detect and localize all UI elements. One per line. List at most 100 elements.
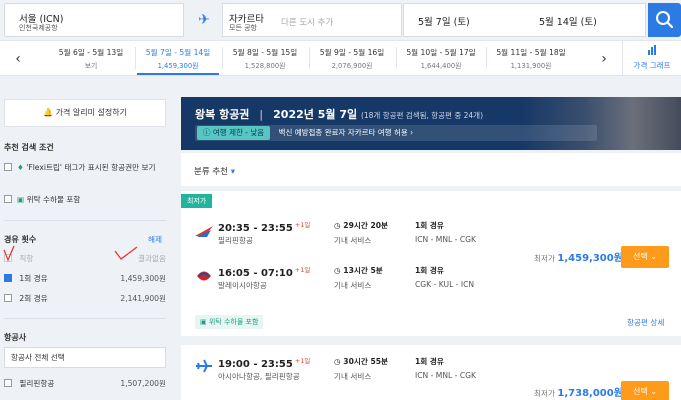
- date-price: 1,644,400원: [420, 62, 462, 70]
- chevron-left-icon[interactable]: ‹: [6, 49, 30, 69]
- flight-duration: ◷ 29시간 20분: [334, 221, 389, 230]
- sort-label: 분류 추천: [194, 167, 228, 177]
- stops-count: 1회 경유: [415, 221, 444, 230]
- city-image: [521, 97, 681, 150]
- airline-title: 항공사: [4, 333, 27, 342]
- checkbox[interactable]: [4, 195, 12, 203]
- route: ICN - MNL - CGK: [415, 371, 476, 380]
- chevron-down-icon: ⌄: [650, 387, 657, 396]
- checked-bag-label: 위탁 수하물 포함: [26, 195, 81, 204]
- stop-label: 직항: [19, 254, 34, 263]
- price-alert-label: 가격 알리미 설정하기: [55, 108, 127, 117]
- inflight-service[interactable]: 기내 서비스: [334, 280, 371, 291]
- cheapest-tag: 최저가: [181, 194, 213, 208]
- date-cell[interactable]: 5월 10일 - 5월 17일 1,644,400원: [400, 41, 482, 75]
- stops-count: 1회 경유: [415, 266, 444, 275]
- stops-two[interactable]: 2회 경유 2,141,900원: [4, 293, 166, 304]
- search-button[interactable]: [648, 3, 681, 37]
- date-range: 5월 6일 - 5월 13일: [58, 48, 124, 57]
- recommended-title: 추천 검색 조건: [4, 143, 54, 152]
- date-price: 1,459,300원: [157, 62, 199, 70]
- travel-badge: ⓘ 여행 제한 - 낮음: [197, 126, 271, 140]
- add-city-input[interactable]: 다른 도시 추가: [281, 16, 333, 28]
- airline-label: 필리핀항공: [19, 379, 55, 388]
- return-date[interactable]: 5월 14일 (토): [539, 14, 597, 28]
- red-check-mark: [3, 245, 15, 262]
- checkbox[interactable]: [4, 379, 12, 387]
- date-range: 5월 9일 - 5월 16일: [319, 48, 385, 57]
- date-strip: ‹ 5월 6일 - 5월 13일 보기 5월 7일 - 5월 14일 1,459…: [0, 40, 681, 76]
- luggage-badge: ▣ 위탁 수하물 포함: [195, 315, 264, 329]
- stop-price: 1,459,300원: [120, 274, 166, 283]
- inflight-service[interactable]: 기내 서비스: [334, 371, 371, 382]
- date-cell[interactable]: 5월 6일 - 5월 13일 보기: [50, 41, 132, 75]
- date-cell-selected[interactable]: 5월 7일 - 5월 14일 1,459,300원: [137, 41, 219, 75]
- select-button[interactable]: 선택 ⌄: [621, 246, 669, 268]
- luggage-icon: ▣: [17, 195, 25, 204]
- date-cell[interactable]: 5월 9일 - 5월 16일 2,076,900원: [311, 41, 393, 75]
- price-graph-button[interactable]: 가격 그래프: [622, 41, 681, 75]
- date-range: 5월 7일 - 5월 14일: [145, 48, 211, 57]
- bar-chart-icon: [623, 45, 681, 58]
- results-summary: (18개 항공편 검색됨, 항공편 중 24개): [360, 111, 483, 120]
- flexi-icon: ♦: [17, 163, 24, 172]
- stop-label: 2회 경유: [19, 294, 48, 303]
- date-field[interactable]: 5월 7일 (토) 5월 14일 (토): [403, 3, 646, 37]
- date-price: 보기: [84, 62, 98, 70]
- stops-count: 1회 경유: [415, 357, 444, 366]
- stops-direct: 직항 결과없음: [4, 253, 166, 264]
- chevron-right-icon[interactable]: ›: [592, 49, 616, 69]
- sort-dropdown[interactable]: 분류 추천 ▾: [194, 165, 235, 177]
- search-icon: [656, 11, 674, 29]
- flight-time: 20:35 - 23:55 +1일: [218, 221, 311, 234]
- destination-field[interactable]: 자카르타 모든 공항 다른 도시 추가: [222, 3, 402, 37]
- route: CGK - KUL - ICN: [415, 280, 475, 289]
- price-alert-button[interactable]: 🔔 가격 알리미 설정하기: [4, 99, 166, 127]
- airline-filter[interactable]: 필리핀항공 1,507,200원: [4, 378, 166, 389]
- inflight-service[interactable]: 기내 서비스: [334, 235, 371, 246]
- red-check-mark: [114, 246, 138, 260]
- airline-price: 1,507,200원: [120, 379, 166, 388]
- date-price: 2,076,900원: [331, 62, 373, 70]
- airplane-icon[interactable]: ✈: [193, 10, 215, 30]
- luggage-icon: ▣: [200, 318, 207, 326]
- date-cell[interactable]: 5월 11일 - 5월 18일 1,131,900원: [490, 41, 572, 75]
- stops-one[interactable]: 1회 경유 1,459,300원: [4, 273, 166, 284]
- airline-name: 아시아나항공, 필리핀항공: [218, 372, 300, 381]
- result-card[interactable]: 최저가 20:35 - 23:55 +1일 필리핀항공 ◷ 29시간 20분 기내…: [181, 191, 681, 336]
- flight-detail-link[interactable]: 항공편 상세: [627, 317, 664, 328]
- flexi-label: 'Flexi트립' 태그가 표시된 항공권만 보기: [26, 163, 156, 172]
- date-price: 1,131,900원: [510, 62, 552, 70]
- airline-select-all[interactable]: 항공사 전체 선택: [4, 347, 166, 368]
- airline-logo-icon: [195, 226, 213, 237]
- date-cell[interactable]: 5월 8일 - 5월 15일 1,528,800원: [224, 41, 306, 75]
- sort-bar: 분류 추천 ▾: [181, 153, 681, 186]
- checkbox[interactable]: [4, 294, 12, 302]
- trip-date: 2022년 5월 7일: [273, 108, 358, 121]
- price-graph-label: 가격 그래프: [633, 61, 671, 70]
- stops-clear-link[interactable]: 해제: [148, 234, 162, 245]
- stop-price: 결과없음: [138, 254, 166, 263]
- travel-restriction-bar[interactable]: ⓘ 여행 제한 - 낮음 백신 예방접종 완료자 자카르타 여행 허용 ›: [195, 125, 597, 141]
- checkbox[interactable]: [4, 163, 12, 171]
- origin-airport: 인천국제공항: [19, 24, 58, 32]
- travel-note: 백신 예방접종 완료자 자카르타 여행 허용: [278, 128, 408, 137]
- select-button[interactable]: 선택 ⌄: [621, 381, 669, 400]
- depart-date[interactable]: 5월 7일 (토): [418, 14, 470, 28]
- lowest-price: 최저가 1,459,300원: [534, 253, 623, 264]
- origin-field[interactable]: 서울 (ICN) 인천국제공항: [4, 3, 184, 37]
- result-card[interactable]: 19:00 - 23:55 +1일 아시아나항공, 필리핀항공 ◷ 30시간 55…: [181, 345, 681, 400]
- stop-label: 1회 경유: [19, 274, 48, 283]
- results-title: 왕복 항공권 | 2022년 5월 7일 (18개 항공편 검색됨, 항공편 중…: [195, 108, 483, 121]
- chevron-down-icon: ⌄: [650, 252, 657, 261]
- date-range: 5월 11일 - 5월 18일: [496, 48, 566, 57]
- checked-bag-filter[interactable]: ▣ 위탁 수하물 포함: [4, 194, 166, 205]
- stop-price: 2,141,900원: [120, 294, 166, 303]
- flight-time: 16:05 - 07:10 +1일: [218, 266, 311, 279]
- date-range: 5월 10일 - 5월 17일: [406, 48, 476, 57]
- date-price: 1,528,800원: [244, 62, 286, 70]
- clock-icon: ◷: [334, 221, 341, 230]
- flexi-filter[interactable]: ♦ 'Flexi트립' 태그가 표시된 항공권만 보기: [4, 162, 166, 173]
- checkbox-checked[interactable]: [4, 274, 12, 282]
- flight-duration: ◷ 30시간 55분: [334, 357, 389, 366]
